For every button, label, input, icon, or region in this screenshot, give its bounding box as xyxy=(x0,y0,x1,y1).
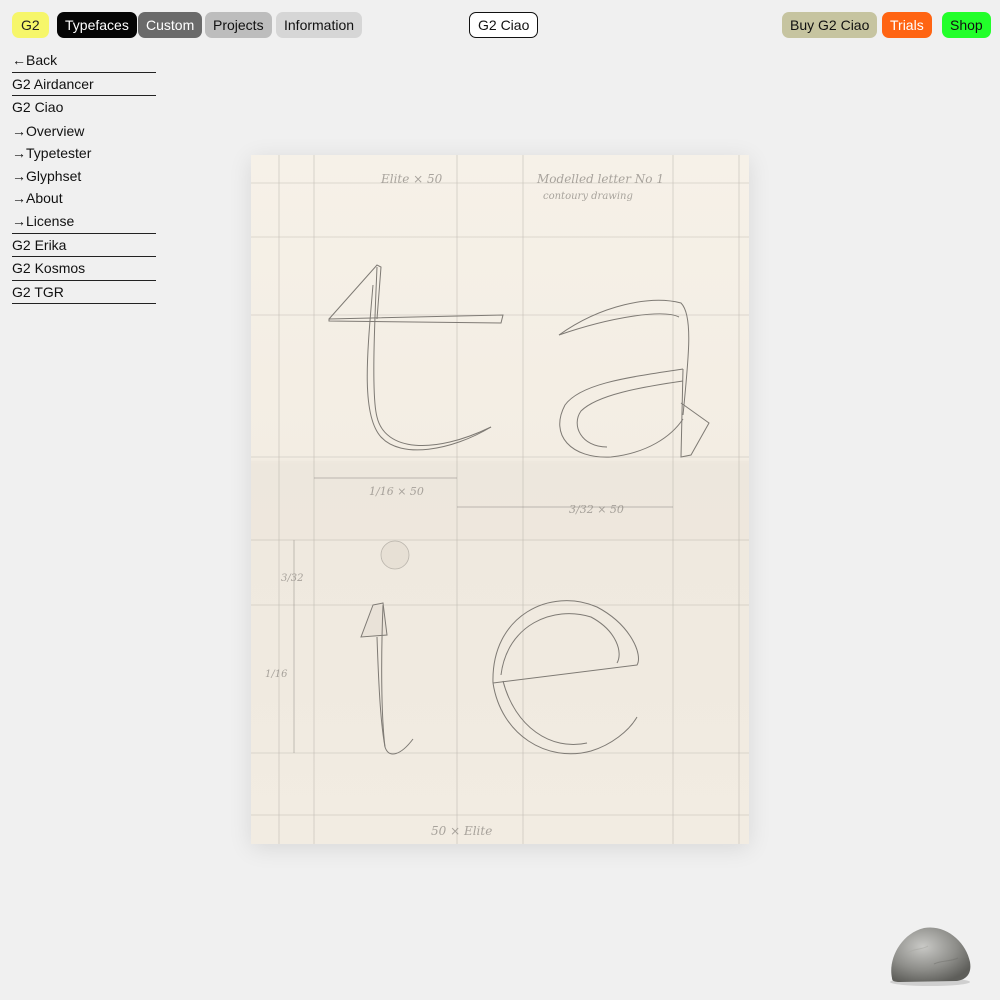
arrow-right-icon: → xyxy=(12,167,26,184)
subnav-label: About xyxy=(26,190,63,206)
nav-projects[interactable]: Projects xyxy=(205,12,272,38)
sidebar-item-tgr[interactable]: G2 TGR xyxy=(12,281,156,304)
arrow-right-icon: → xyxy=(12,122,26,139)
subnav-glyphset[interactable]: →Glyphset xyxy=(12,165,156,188)
back-link[interactable]: ←Back xyxy=(12,49,156,73)
note-elite: Elite × 50 xyxy=(380,172,443,186)
note-dim-right: 3/32 × 50 xyxy=(569,503,624,516)
sidebar-item-ciao[interactable]: G2 Ciao xyxy=(12,96,156,120)
logo-button[interactable]: G2 xyxy=(12,12,49,38)
arrow-right-icon: → xyxy=(12,212,26,229)
subnav-label: Glyphset xyxy=(26,167,82,184)
subnav-typetester[interactable]: →Typetester xyxy=(12,142,156,165)
letter-drawing-image: Elite × 50 Modelled letter No 1 contoury… xyxy=(251,155,749,844)
subnav-label: Typetester xyxy=(26,145,92,161)
note-side-upper: 3/32 xyxy=(281,573,303,584)
sidebar-item-kosmos[interactable]: G2 Kosmos xyxy=(12,257,156,281)
pencil-sketch: Elite × 50 Modelled letter No 1 contoury… xyxy=(251,155,749,844)
sidebar-item-airdancer[interactable]: G2 Airdancer xyxy=(12,73,156,96)
nav-typefaces[interactable]: Typefaces xyxy=(57,12,137,38)
subnav-license[interactable]: →License xyxy=(12,210,156,234)
note-side-lower: 1/16 xyxy=(265,669,288,680)
rock-icon[interactable] xyxy=(886,924,974,986)
note-modelled: Modelled letter No 1 xyxy=(536,172,664,186)
subnav-about[interactable]: →About xyxy=(12,187,156,210)
subnav-overview[interactable]: →Overview xyxy=(12,120,156,143)
arrow-left-icon: ← xyxy=(12,52,26,68)
arrow-right-icon: → xyxy=(12,190,26,206)
trials-button[interactable]: Trials xyxy=(882,12,932,38)
subnav-label: Overview xyxy=(26,122,85,139)
buy-button[interactable]: Buy G2 Ciao xyxy=(782,12,878,38)
subnav-label: License xyxy=(26,212,75,229)
current-font-button[interactable]: G2 Ciao xyxy=(469,12,539,38)
shop-button[interactable]: Shop xyxy=(942,12,991,38)
note-dim-left: 1/16 × 50 xyxy=(369,485,424,498)
nav-custom[interactable]: Custom xyxy=(138,12,203,38)
sidebar-nav: ←Back G2 Airdancer G2 Ciao →Overview →Ty… xyxy=(12,49,156,304)
back-label: Back xyxy=(26,52,58,68)
note-bottom: 50 × Elite xyxy=(431,824,492,838)
sidebar-item-erika[interactable]: G2 Erika xyxy=(12,234,156,257)
letter-i-dot xyxy=(380,540,410,570)
arrow-right-icon: → xyxy=(12,145,26,161)
nav-information[interactable]: Information xyxy=(276,12,363,38)
note-contour: contoury drawing xyxy=(543,191,633,202)
